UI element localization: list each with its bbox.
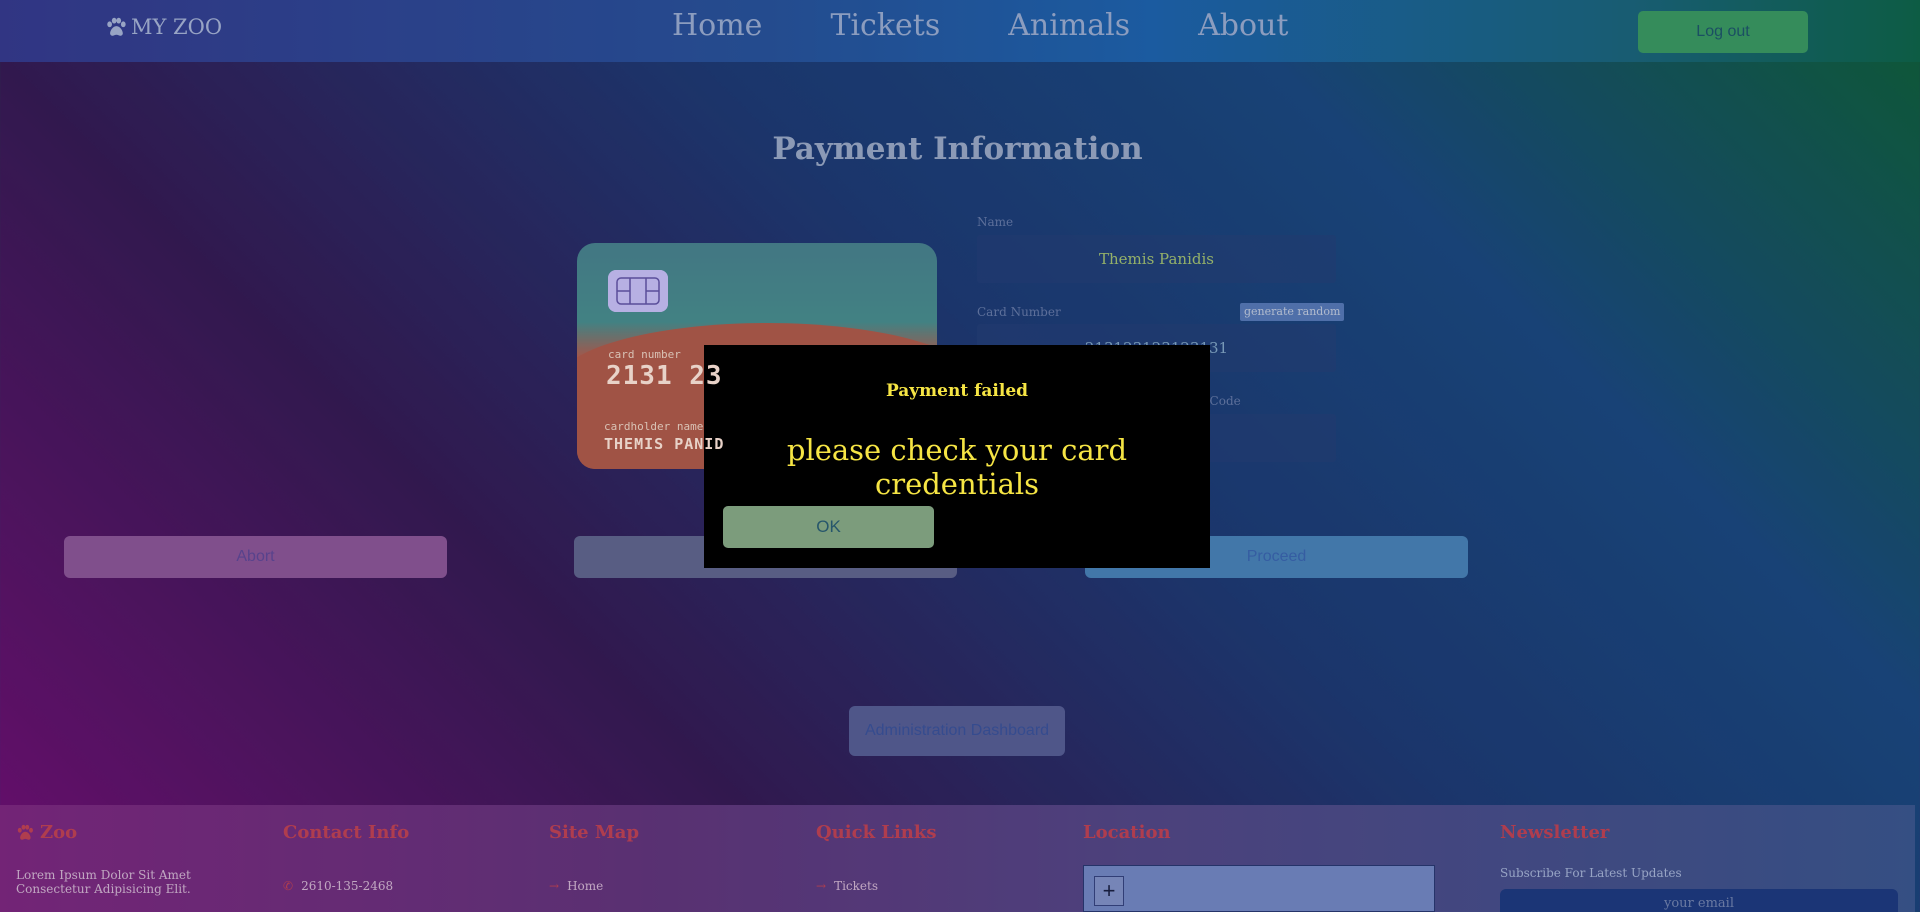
- arrow-right-icon: →: [816, 879, 827, 893]
- footer-contact-title: Contact Info: [283, 822, 410, 843]
- name-field[interactable]: Themis Panidis: [977, 235, 1336, 283]
- footer-quicklink-tickets[interactable]: → Tickets: [816, 879, 878, 893]
- location-map[interactable]: +: [1083, 865, 1435, 912]
- newsletter-email-input[interactable]: your email: [1500, 889, 1898, 912]
- footer-sitemap-title: Site Map: [549, 822, 640, 843]
- brand-logo[interactable]: MY ZOO: [105, 15, 222, 39]
- footer-zoo-title-text: Zoo: [40, 822, 78, 843]
- footer-location-title: Location: [1083, 822, 1171, 843]
- newsletter-subtitle: Subscribe For Latest Updates: [1500, 866, 1682, 880]
- nav-link-tickets[interactable]: Tickets: [830, 8, 940, 43]
- card-number-display: 2131 23: [606, 361, 723, 391]
- arrow-right-icon: →: [549, 879, 560, 893]
- cardholder-label: cardholder name: [604, 420, 704, 433]
- dialog-message: please check your card credentials: [786, 433, 1128, 501]
- cardholder-display: THEMIS PANID: [604, 435, 725, 453]
- chip-icon: [608, 270, 668, 312]
- nav-link-home[interactable]: Home: [672, 8, 762, 43]
- abort-button[interactable]: Abort: [64, 536, 447, 578]
- ok-button[interactable]: OK: [723, 506, 934, 548]
- footer-newsletter-title: Newsletter: [1500, 822, 1610, 843]
- card-number-field-label: Card Number: [977, 305, 1061, 319]
- nav-link-animals[interactable]: Animals: [1008, 8, 1130, 43]
- phone-number: 2610-135-2468: [301, 879, 394, 893]
- page-title: Payment Information: [772, 131, 1143, 167]
- sitemap-home-label: Home: [567, 879, 604, 893]
- footer-phone[interactable]: ✆ 2610-135-2468: [283, 879, 393, 893]
- footer-zoo-description: Lorem Ipsum Dolor Sit Amet Consectetur A…: [16, 868, 191, 896]
- brand-name: MY ZOO: [131, 15, 223, 39]
- logout-button[interactable]: Log out: [1638, 11, 1808, 53]
- map-zoom-in-button[interactable]: +: [1094, 876, 1124, 906]
- quicklink-tickets-label: Tickets: [834, 879, 878, 893]
- paw-icon: [17, 824, 33, 840]
- nav-link-about[interactable]: About: [1198, 8, 1288, 43]
- card-number-label: card number: [608, 348, 681, 361]
- name-label: Name: [977, 215, 1014, 229]
- payment-failed-dialog: Payment failed please check your card cr…: [704, 345, 1210, 568]
- admin-dashboard-button[interactable]: Administration Dashboard: [849, 706, 1065, 756]
- footer-quicklinks-title: Quick Links: [816, 822, 937, 843]
- dialog-title: Payment failed: [885, 381, 1029, 401]
- generate-random-button[interactable]: generate random: [1240, 303, 1345, 321]
- top-nav: MY ZOO Home Tickets Animals About Log ou…: [0, 0, 1920, 62]
- paw-icon: [107, 17, 126, 36]
- phone-icon: ✆: [283, 879, 294, 893]
- footer-sitemap-home[interactable]: → Home: [549, 879, 603, 893]
- footer-zoo-title: Zoo: [16, 822, 77, 843]
